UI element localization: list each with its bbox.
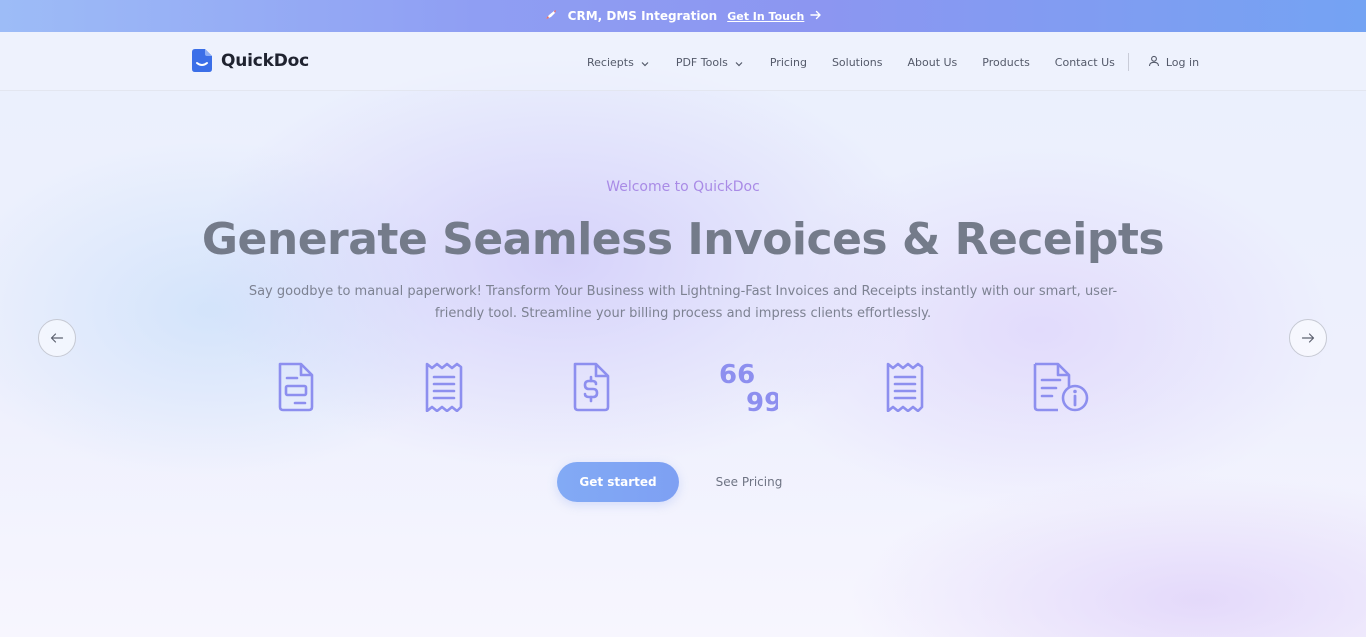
nav-item-pdf-tools[interactable]: PDF Tools <box>676 56 743 69</box>
dollar-document-icon <box>572 360 612 416</box>
nav-item-label: PDF Tools <box>675 55 728 69</box>
quote-icon: 66 99 <box>718 360 782 418</box>
login-label: Log in <box>1165 55 1200 69</box>
rocket-icon <box>544 9 558 24</box>
announcement-text: CRM, DMS Integration <box>567 9 718 23</box>
announcement-bar: CRM, DMS Integration Get In Touch <box>0 0 1366 32</box>
nav-item-pricing[interactable]: Pricing <box>770 56 807 69</box>
quickdoc-logo-icon <box>192 49 213 72</box>
nav-item-reciepts[interactable]: Reciepts <box>587 56 649 69</box>
svg-text:99: 99 <box>746 388 778 414</box>
nav-item-label: Pricing <box>769 55 807 69</box>
nav-item-label: Solutions <box>831 55 883 69</box>
receipt-icon <box>424 360 464 416</box>
invoice-document-icon <box>277 360 315 416</box>
hero-eyebrow: Welcome to QuickDoc <box>606 179 760 195</box>
nav-item-solutions[interactable]: Solutions <box>832 56 883 69</box>
nav-item-products[interactable]: Products <box>982 56 1030 69</box>
chevron-down-icon <box>641 58 649 67</box>
nav-item-about-us[interactable]: About Us <box>907 56 957 69</box>
carousel-next-button[interactable] <box>1289 319 1327 357</box>
receipt-icon <box>885 360 925 416</box>
nav-divider <box>1127 53 1129 71</box>
site-header: QuickDoc Reciepts PDF Tools Pricing Solu… <box>0 32 1366 91</box>
logo[interactable]: QuickDoc <box>192 49 309 72</box>
chevron-down-icon <box>735 58 743 67</box>
nav-item-label: About Us <box>907 55 958 69</box>
login-button[interactable]: Log in <box>1148 55 1199 70</box>
brand-name: QuickDoc <box>221 50 310 71</box>
nav-item-label: Reciepts <box>587 55 634 69</box>
nav-item-label: Products <box>982 55 1030 69</box>
hero-headline: Generate Seamless Invoices & Receipts <box>201 214 1165 265</box>
nav-item-label: Contact Us <box>1054 55 1115 69</box>
get-in-touch-link[interactable]: Get In Touch <box>727 10 804 23</box>
carousel-prev-button[interactable] <box>38 319 76 357</box>
see-pricing-button[interactable]: See Pricing <box>698 462 800 502</box>
main-nav: Reciepts PDF Tools Pricing Solutions Abo… <box>587 53 1199 71</box>
document-info-icon <box>1032 360 1090 418</box>
arrow-right-icon <box>1301 329 1315 348</box>
svg-text:66: 66 <box>719 360 755 390</box>
arrow-left-icon <box>50 329 64 348</box>
get-started-button[interactable]: Get started <box>557 462 679 502</box>
nav-item-contact-us[interactable]: Contact Us <box>1055 56 1115 69</box>
arrow-right-icon <box>810 9 822 24</box>
hero-subtext: Say goodbye to manual paperwork! Transfo… <box>248 284 1118 321</box>
user-icon <box>1148 55 1160 70</box>
